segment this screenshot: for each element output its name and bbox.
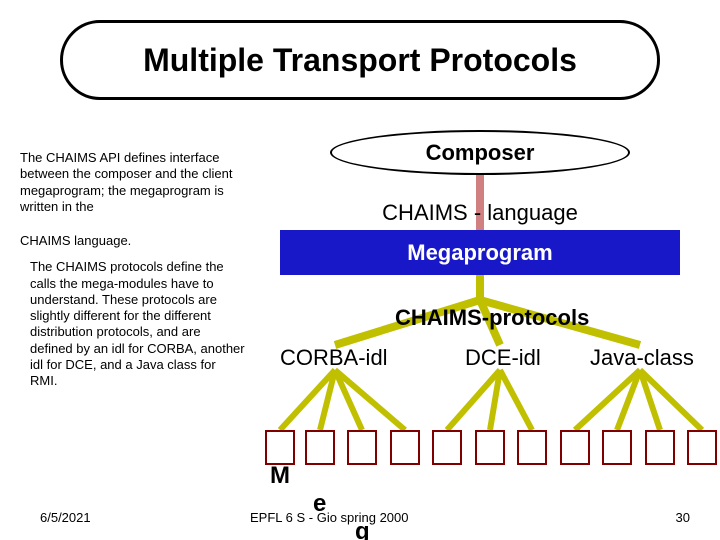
title-frame: Multiple Transport Protocols [60, 20, 660, 100]
corba-idl-label: CORBA-idl [280, 345, 388, 371]
paragraph-language: CHAIMS language. [20, 233, 245, 249]
paragraph-protocols: The CHAIMS protocols define the calls th… [20, 259, 245, 389]
description-column: The CHAIMS API defines interface between… [20, 150, 245, 389]
paragraph-api: The CHAIMS API defines interface between… [20, 150, 245, 215]
dce-idl-label: DCE-idl [465, 345, 541, 371]
footer-source: EPFL 6 S - Gio spring 2000 [250, 510, 409, 525]
slide: Multiple Transport Protocols The CHAIMS … [0, 0, 720, 540]
megaprogram-label: Megaprogram [407, 240, 552, 266]
composer-node: Composer [330, 130, 630, 175]
diagram: Composer CHAIMS - language Megaprogram C… [250, 130, 710, 490]
module-letter: M [270, 462, 290, 490]
footer-date: 6/5/2021 [40, 510, 91, 525]
chaims-language-label: CHAIMS - language [340, 200, 620, 226]
chaims-protocols-label: CHAIMS-protocols [395, 305, 655, 331]
composer-label: Composer [426, 140, 535, 166]
megaprogram-node: Megaprogram [280, 230, 680, 275]
slide-title: Multiple Transport Protocols [143, 42, 577, 79]
megamodules-row: M e g a m o d u l e s [250, 430, 710, 470]
java-class-label: Java-class [590, 345, 694, 371]
footer-page-number: 30 [676, 510, 690, 525]
